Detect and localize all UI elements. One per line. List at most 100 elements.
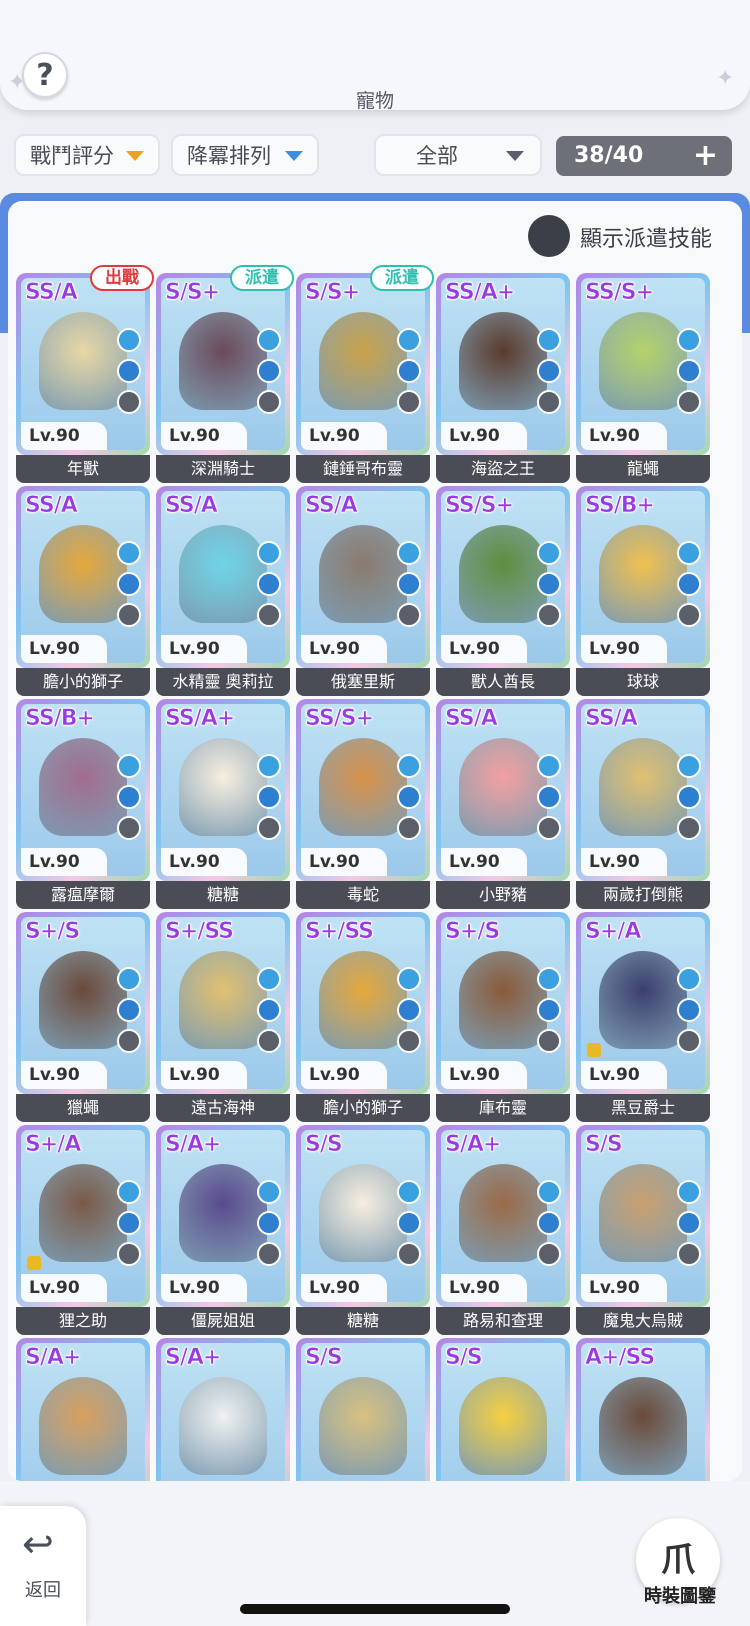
skill-icon [397,328,421,352]
skill-icon [117,998,141,1022]
skill-icons [117,754,143,847]
pet-portrait-frame: S/A+ [16,1338,150,1481]
pet-rank: SS/A+ [165,706,236,732]
pet-image [599,1164,687,1262]
pet-card[interactable]: A+/SS [576,1338,710,1481]
skill-icon [677,998,701,1022]
skill-icon [397,967,421,991]
pet-portrait-frame: SS/A Lv.90 [156,486,290,668]
skill-icons [537,1180,563,1273]
skill-icon [257,816,281,840]
pet-card[interactable]: SS/B+ Lv.90 球球 [576,486,710,696]
pet-image [39,525,127,623]
pet-card[interactable]: S/S [436,1338,570,1481]
skill-icon [117,1029,141,1053]
pet-rank: SS/A [585,706,638,732]
pet-card[interactable]: SS/A+ Lv.90 糖糖 [156,699,290,909]
skill-icon [117,1211,141,1235]
pet-card[interactable]: SS/S+ Lv.90 獸人酋長 [436,486,570,696]
skill-icon [677,572,701,596]
pet-rank: SS/B+ [25,706,96,732]
skill-icon [677,967,701,991]
skill-icon [117,1180,141,1204]
pet-card[interactable]: S/S Lv.90 糖糖 [296,1125,430,1335]
pet-portrait-frame: S/S+ Lv.90 [296,273,430,455]
pet-card[interactable]: SS/A Lv.90 俄塞里斯 [296,486,430,696]
pet-portrait: S/S [301,1343,425,1481]
pet-card[interactable]: SS/A Lv.90 水精靈 奧莉拉 [156,486,290,696]
pet-card[interactable]: SS/A+ Lv.90 海盜之王 [436,273,570,483]
pet-capacity-button[interactable]: 38/40 + [556,136,732,176]
pet-rank: SS/A [165,493,218,519]
pet-portrait: S/S Lv.90 [581,1130,705,1302]
pet-level: Lv.90 [581,635,667,663]
pet-level: Lv.90 [301,1061,387,1089]
skill-icon [397,1029,421,1053]
pet-card[interactable]: SS/A Lv.90 小野豬 [436,699,570,909]
pet-card[interactable]: SS/A Lv.90 兩歲打倒熊 [576,699,710,909]
plus-icon: + [692,138,718,173]
order-dropdown[interactable]: 降冪排列 [171,134,319,176]
pet-portrait-frame: S+/SS Lv.90 [296,912,430,1094]
sort-by-label: 戰鬥評分 [30,144,114,168]
pet-image [319,525,407,623]
pet-portrait: S/A+ [161,1343,285,1481]
skill-icon [397,1180,421,1204]
pet-list-panel[interactable]: 顯示派遣技能 SS/A Lv.90 年獸 出戰 S/S+ Lv.90 深淵騎士 派遣 S/S+ L… [8,201,742,1481]
pet-name: 龍蠅 [576,455,710,483]
pet-card[interactable]: S+/A Lv.90 黑豆爵士 [576,912,710,1122]
pet-card[interactable]: S/S [296,1338,430,1481]
category-dropdown[interactable]: 全部 [374,134,542,176]
pet-image [459,738,547,836]
pet-card[interactable]: S/A+ [16,1338,150,1481]
pet-portrait-frame: S+/SS Lv.90 [156,912,290,1094]
pet-portrait-frame: S/S Lv.90 [576,1125,710,1307]
skill-icons [397,754,423,847]
pet-card[interactable]: S/S+ Lv.90 深淵騎士 派遣 [156,265,294,483]
pet-card[interactable]: S/S Lv.90 魔鬼大烏賊 [576,1125,710,1335]
pet-name: 小野豬 [436,881,570,909]
pet-card[interactable]: S+/S Lv.90 獵蠅 [16,912,150,1122]
pet-image [179,1164,267,1262]
pet-name: 僵屍姐姐 [156,1307,290,1335]
pet-card[interactable]: SS/B+ Lv.90 露瘟摩爾 [16,699,150,909]
skill-icon [257,754,281,778]
back-arrow-icon: ↩ [22,1522,54,1566]
pet-portrait-frame: S+/A Lv.90 [16,1125,150,1307]
pet-card[interactable]: S+/S Lv.90 庫布靈 [436,912,570,1122]
pet-portrait: S+/SS Lv.90 [301,917,425,1089]
skill-icon [117,603,141,627]
pet-image [39,1377,127,1475]
pet-name: 狸之助 [16,1307,150,1335]
pet-card[interactable]: SS/S+ Lv.90 龍蠅 [576,273,710,483]
skill-icon [117,328,141,352]
pet-card[interactable]: SS/A Lv.90 膽小的獅子 [16,486,150,696]
pet-card[interactable]: SS/S+ Lv.90 毒蛇 [296,699,430,909]
sort-by-dropdown[interactable]: 戰鬥評分 [14,134,160,176]
dispatch-skill-toggle[interactable] [528,215,570,257]
pet-card[interactable]: S+/SS Lv.90 遠古海神 [156,912,290,1122]
pet-image [459,951,547,1049]
pet-image [39,312,127,410]
skill-icon [677,603,701,627]
pet-level: Lv.90 [21,635,107,663]
pet-card[interactable]: S+/SS Lv.90 膽小的獅子 [296,912,430,1122]
back-label: 返回 [25,1580,61,1601]
skill-icon [537,572,561,596]
skill-icon [117,816,141,840]
pet-rank: S+/SS [305,919,375,945]
skill-icons [537,967,563,1060]
pet-portrait: SS/A Lv.90 [21,491,145,663]
pet-image [459,1377,547,1475]
pet-card[interactable]: SS/A Lv.90 年獸 出戰 [16,265,154,483]
pet-level: Lv.90 [441,1061,527,1089]
back-button[interactable]: ↩ 返回 [0,1506,86,1626]
pet-image [319,738,407,836]
pet-card[interactable]: S/S+ Lv.90 鏈錘哥布靈 派遣 [296,265,434,483]
pet-card[interactable]: S/A+ [156,1338,290,1481]
pet-rank: S/S [585,1132,623,1158]
pet-card[interactable]: S/A+ Lv.90 僵屍姐姐 [156,1125,290,1335]
pet-card[interactable]: S+/A Lv.90 狸之助 [16,1125,150,1335]
pet-rank: S/S [445,1345,483,1371]
pet-card[interactable]: S/A+ Lv.90 路易和查理 [436,1125,570,1335]
